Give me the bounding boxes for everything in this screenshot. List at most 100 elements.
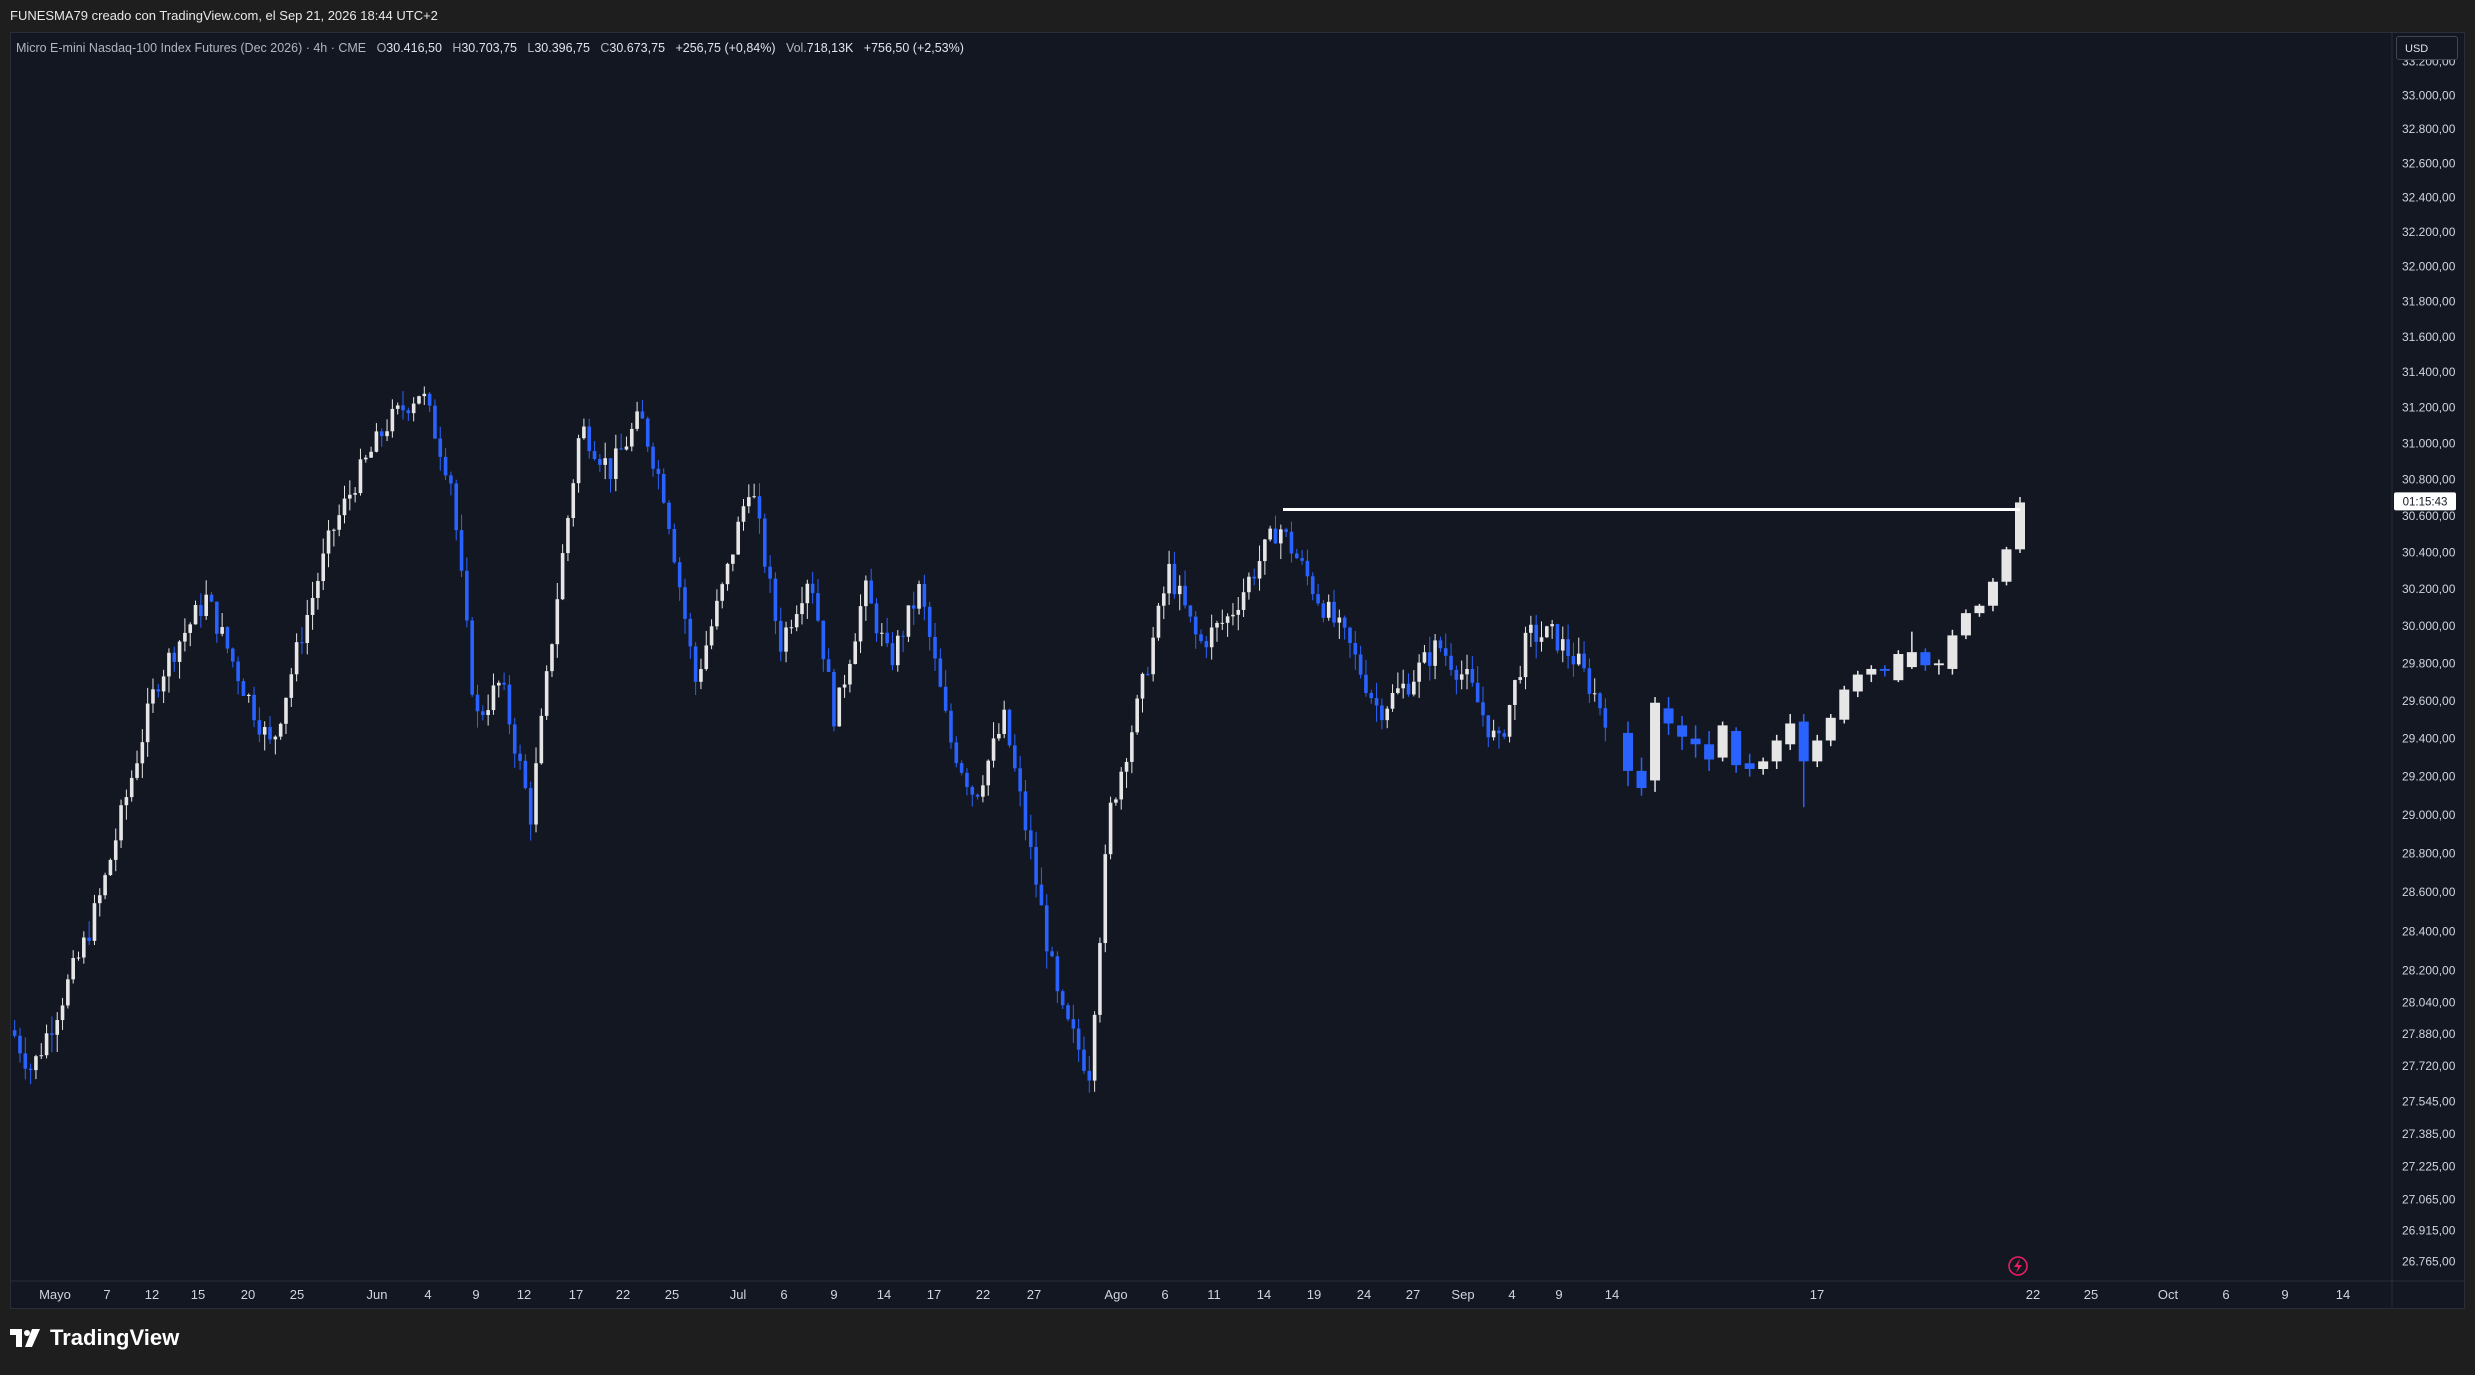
candle-body <box>810 583 815 594</box>
candle-body <box>1491 730 1496 738</box>
candle-body <box>145 703 150 743</box>
candle-body <box>528 788 533 825</box>
y-tick-label: 26.765,00 <box>2402 1254 2456 1268</box>
candle-body <box>1071 1019 1076 1029</box>
candle-body <box>1879 668 1890 671</box>
candle-body <box>401 405 405 411</box>
candle-body <box>1704 744 1715 760</box>
price-chart-svg[interactable]: 33.200,0033.000,0032.800,0032.600,0032.4… <box>0 0 2475 1309</box>
candle-body <box>1486 715 1491 738</box>
candle-body <box>406 410 411 414</box>
candle-body <box>1140 673 1145 699</box>
candle-body <box>1539 637 1544 642</box>
candle-body <box>1369 692 1374 699</box>
candle-body <box>369 451 373 458</box>
candle-body <box>289 674 294 698</box>
x-tick-label: 17 <box>569 1287 583 1302</box>
candle-body <box>124 797 129 806</box>
x-tick-label: 20 <box>241 1287 255 1302</box>
candle-body <box>534 763 538 825</box>
candle-body <box>1082 1049 1086 1071</box>
candle-body <box>241 681 246 696</box>
candle-body <box>1481 702 1485 716</box>
candle-body <box>1092 1014 1097 1081</box>
candle-body <box>215 601 219 634</box>
tradingview-logo[interactable]: TradingView <box>10 1322 179 1354</box>
candle-body <box>1028 830 1033 848</box>
y-tick-label: 29.200,00 <box>2402 770 2456 784</box>
candle-body <box>1744 763 1755 769</box>
candle-body <box>683 587 687 619</box>
x-tick-label: 9 <box>2281 1287 2288 1302</box>
candle-body <box>332 529 336 531</box>
candle-body <box>1161 593 1166 606</box>
candle-body <box>1326 601 1331 618</box>
y-tick-label: 30.800,00 <box>2402 473 2456 487</box>
candle-body <box>204 594 208 617</box>
y-tick-label: 31.400,00 <box>2402 365 2456 379</box>
candle-body <box>1183 585 1187 606</box>
candle-body <box>1518 677 1523 681</box>
y-tick-label: 28.400,00 <box>2402 924 2456 938</box>
x-tick-label: 4 <box>1508 1287 1515 1302</box>
candle-body <box>1390 692 1395 709</box>
candle-body <box>129 777 134 798</box>
candle-body <box>438 438 443 457</box>
candle-body <box>667 502 671 529</box>
candle-body <box>523 760 528 789</box>
candle-body <box>310 597 315 616</box>
candle-body <box>1209 627 1214 648</box>
x-tick-label: 4 <box>424 1287 431 1302</box>
candle-body <box>1348 627 1352 644</box>
candle-body <box>113 840 118 860</box>
candle-body <box>71 958 75 980</box>
candle-body <box>1130 732 1134 762</box>
candle-body <box>539 715 544 764</box>
legend-open: 30.416,50 <box>386 41 442 55</box>
candle-body <box>1987 581 1998 606</box>
candle-body <box>87 937 91 941</box>
candle-body <box>1300 558 1304 561</box>
candle-body <box>598 459 602 465</box>
candle-body <box>358 459 363 494</box>
candle-body <box>715 600 719 627</box>
candle-body <box>880 632 884 634</box>
candle-body <box>651 446 655 469</box>
x-tick-label: 9 <box>472 1287 479 1302</box>
candle-body <box>1342 617 1347 628</box>
candle-body <box>273 736 278 740</box>
candle-body <box>1135 698 1139 733</box>
candle-body <box>1204 641 1209 648</box>
candle-body <box>300 642 304 644</box>
candle-body <box>853 641 858 664</box>
candle-body <box>1055 956 1060 992</box>
candle-body <box>188 624 193 633</box>
candle-body <box>677 562 682 588</box>
candle-body <box>922 584 927 607</box>
candle-body <box>1422 652 1427 663</box>
candle-body <box>672 528 677 563</box>
candle-body <box>848 663 852 685</box>
y-tick-label: 27.225,00 <box>2402 1160 2456 1174</box>
candle-body <box>103 875 107 896</box>
candle-body <box>1623 732 1633 771</box>
candle-body <box>1177 585 1182 595</box>
candle-body <box>614 448 618 479</box>
candle-body <box>1603 708 1608 728</box>
candle-body <box>353 493 357 495</box>
x-tick-label: 25 <box>2084 1287 2098 1302</box>
candle-body <box>28 1068 33 1071</box>
currency-selector[interactable]: USD <box>2396 36 2458 60</box>
candle-body <box>481 711 485 716</box>
candle-body <box>1316 594 1320 604</box>
candle-body <box>1284 529 1288 532</box>
candle-body <box>1576 653 1581 665</box>
candle-body <box>1906 652 1917 668</box>
x-tick-label: 6 <box>1161 1287 1168 1302</box>
candle-body <box>1034 847 1038 885</box>
candle-body <box>1513 680 1517 705</box>
x-tick-label: 14 <box>877 1287 891 1302</box>
candle-body <box>278 723 283 737</box>
candle-body <box>411 403 416 414</box>
x-tick-label: 12 <box>145 1287 159 1302</box>
